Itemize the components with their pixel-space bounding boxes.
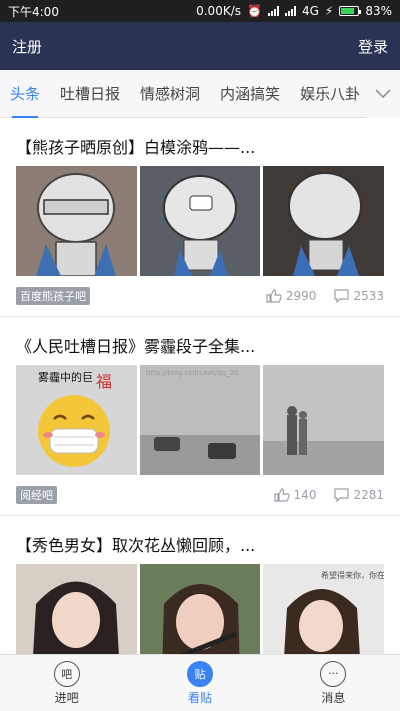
post-title[interactable]: 《人民吐槽日报》雾霾段子全集... xyxy=(16,317,384,365)
app-header: 注册 登录 xyxy=(0,22,400,70)
post-card[interactable]: 《人民吐槽日报》雾霾段子全集... 雾霾中的巨 福 http://blog.cs… xyxy=(0,317,400,516)
chevron-down-icon[interactable] xyxy=(366,70,400,118)
nav-messages[interactable]: ··· 消息 xyxy=(267,655,400,711)
comment-icon xyxy=(334,488,350,502)
signal-icon xyxy=(267,6,279,16)
battery-icon xyxy=(339,6,362,16)
post-meta: 百度熊孩子吧 2990 2533 xyxy=(16,276,384,316)
charging-icon: ⚡ xyxy=(324,4,334,18)
post-stats: 140 2281 xyxy=(273,488,384,502)
image-stamp: 福 xyxy=(96,372,112,391)
bottom-nav: 吧 进吧 贴 看贴 ··· 消息 xyxy=(0,654,400,711)
thumbs-up-icon xyxy=(273,488,290,502)
post-image[interactable] xyxy=(16,166,137,276)
nav-browse-posts[interactable]: 贴 看贴 xyxy=(133,655,266,711)
like-count: 140 xyxy=(293,488,317,502)
post-feed: 【熊孩子晒原创】白模涂鸦——... 百度熊孩子吧 2990 2533 《人民吐槽… xyxy=(0,118,400,656)
tab-gossip[interactable]: 娱乐八卦 xyxy=(290,70,370,118)
signal-2-icon xyxy=(284,6,296,16)
post-card[interactable]: 【秀色男女】取次花丛懒回顾，... 希望得来你，你在 xyxy=(0,516,400,656)
post-images: 雾霾中的巨 福 http://blog.csdn.net/qq_20 xyxy=(16,365,385,475)
nav-label: 看贴 xyxy=(187,690,212,705)
post-card[interactable]: 【熊孩子晒原创】白模涂鸦——... 百度熊孩子吧 2990 2533 xyxy=(0,118,400,317)
post-image[interactable] xyxy=(263,365,385,475)
login-button[interactable]: 登录 xyxy=(358,36,388,57)
image-watermark: http://blog.csdn.net/qq_20 xyxy=(146,369,239,377)
comment-stat[interactable]: 2533 xyxy=(334,289,384,303)
post-images: 希望得来你，你在呢？ xyxy=(16,564,385,656)
battery-percent: 83% xyxy=(365,4,392,18)
post-image[interactable] xyxy=(139,564,261,656)
network-speed: 0.00K/s xyxy=(196,4,241,18)
image-note: 希望得来你，你在呢？ xyxy=(321,570,384,580)
register-button[interactable]: 注册 xyxy=(12,36,42,57)
forum-badge[interactable]: 阅经吧 xyxy=(16,486,57,504)
post-icon: 贴 xyxy=(186,660,213,687)
thumbs-up-icon xyxy=(266,289,282,303)
comment-stat[interactable]: 2281 xyxy=(334,488,384,502)
comment-count: 2533 xyxy=(353,289,384,303)
post-title[interactable]: 【熊孩子晒原创】白模涂鸦——... xyxy=(16,118,384,166)
post-stats: 2990 2533 xyxy=(266,289,384,303)
post-image[interactable]: 雾霾中的巨 福 xyxy=(16,365,137,475)
tab-headline[interactable]: 头条 xyxy=(0,70,50,118)
tab-emotion[interactable]: 情感树洞 xyxy=(130,70,210,118)
post-images xyxy=(16,166,385,276)
post-title[interactable]: 【秀色男女】取次花丛懒回顾，... xyxy=(16,516,384,564)
nav-label: 消息 xyxy=(321,690,346,705)
tab-funny[interactable]: 内涵搞笑 xyxy=(210,70,290,118)
nav-label: 进吧 xyxy=(54,690,79,705)
post-image[interactable] xyxy=(263,166,385,276)
like-count: 2990 xyxy=(285,289,317,303)
post-image[interactable] xyxy=(16,564,137,656)
battery-fill xyxy=(341,8,355,14)
forum-icon: 吧 xyxy=(53,660,80,687)
like-stat[interactable]: 2990 xyxy=(266,289,317,303)
status-time: 下午4:00 xyxy=(8,4,59,19)
forum-badge[interactable]: 百度熊孩子吧 xyxy=(16,287,90,305)
tab-roast-daily[interactable]: 吐槽日报 xyxy=(50,70,130,118)
message-icon: ··· xyxy=(320,660,347,687)
like-stat[interactable]: 140 xyxy=(273,488,317,502)
post-image[interactable]: 希望得来你，你在呢？ xyxy=(263,564,385,656)
nav-enter-forum[interactable]: 吧 进吧 xyxy=(0,655,133,711)
post-meta: 阅经吧 140 2281 xyxy=(16,475,384,515)
comment-icon xyxy=(334,289,350,303)
comment-count: 2281 xyxy=(353,488,384,502)
category-tabs: 头条 吐槽日报 情感树洞 内涵搞笑 娱乐八卦 xyxy=(0,70,400,118)
post-image[interactable]: http://blog.csdn.net/qq_20 xyxy=(139,365,261,475)
status-icons: 0.00K/s ⏰ 4G ⚡ 83% xyxy=(196,4,392,18)
post-image[interactable] xyxy=(139,166,261,276)
image-caption: 雾霾中的巨 xyxy=(38,370,93,384)
alarm-icon: ⏰ xyxy=(247,4,262,18)
status-bar: 下午4:00 0.00K/s ⏰ 4G ⚡ 83% xyxy=(0,0,400,22)
network-type: 4G xyxy=(301,4,319,18)
